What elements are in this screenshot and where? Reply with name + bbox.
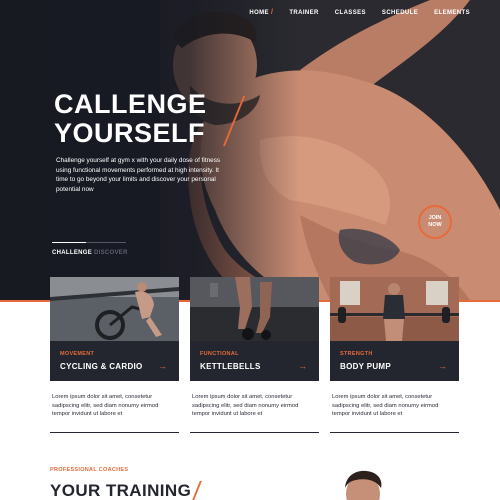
- nav-item-label: SCHEDULE: [381, 10, 419, 16]
- hero-headline: CALLENGE YOURSELF: [54, 90, 207, 148]
- hero-headline-line2: YOURSELF: [54, 118, 206, 148]
- nav-item-elements[interactable]: ELEMENTS: [426, 8, 478, 18]
- nav-item-label: CLASSES: [334, 10, 366, 16]
- card-description: Lorem ipsum dolor sit amet, consetetur s…: [52, 394, 159, 417]
- card-description: Lorem ipsum dolor sit amet, consetetur s…: [192, 394, 299, 417]
- nav-item-label: HOME: [249, 10, 269, 16]
- cycling-photo: [50, 277, 179, 341]
- card-title: CYCLING & CARDIO: [60, 362, 143, 371]
- nav-item-label: ELEMENTS: [434, 10, 470, 16]
- card-category: STRENGTH: [340, 351, 373, 357]
- arrow-right-icon[interactable]: →: [298, 362, 307, 371]
- heading-accent-slash: [192, 481, 202, 500]
- arrow-right-icon[interactable]: →: [438, 362, 447, 371]
- coach-photo: [336, 470, 390, 500]
- coaches-section-label: PROFESSIONAL COACHES: [50, 467, 129, 473]
- coaches-section-heading: YOUR TRAINING: [50, 481, 192, 500]
- card-category: FUNCTIONAL: [200, 351, 239, 357]
- nav-item-schedule[interactable]: SCHEDULE: [374, 8, 426, 18]
- nav-item-home[interactable]: HOME /: [241, 8, 281, 18]
- body-pump-card-link[interactable]: STRENGTH BODY PUMP →: [330, 341, 459, 381]
- nav-item-classes[interactable]: CLASSES: [327, 8, 374, 18]
- hero-section: HOME / TRAINER CLASSES SCHEDULE ELEMENTS …: [0, 0, 500, 300]
- hero-intro-text: Challenge yourself at gym x with your da…: [56, 157, 221, 193]
- tab-discover[interactable]: DISCOVER: [94, 250, 128, 256]
- class-card-body-pump: STRENGTH BODY PUMP → Lorem ipsum dolor s…: [330, 277, 459, 435]
- card-category: MOVEMENT: [60, 351, 95, 357]
- tab-challenge[interactable]: CHALLENGE: [52, 250, 92, 256]
- cycling-card-link[interactable]: MOVEMENT CYCLING & CARDIO →: [50, 341, 179, 381]
- card-divider: [50, 432, 179, 433]
- nav-item-trainer[interactable]: TRAINER: [281, 8, 326, 18]
- nav-active-slash: /: [270, 9, 274, 16]
- join-now-button[interactable]: JOIN NOW: [418, 205, 452, 239]
- main-nav: HOME / TRAINER CLASSES SCHEDULE ELEMENTS: [241, 8, 478, 18]
- card-divider: [330, 432, 459, 433]
- card-title: KETTLEBELLS: [200, 362, 261, 371]
- hero-tabs: CHALLENGE DISCOVER: [52, 242, 128, 260]
- nav-item-label: TRAINER: [289, 10, 319, 16]
- card-title: BODY PUMP: [340, 362, 392, 371]
- card-description: Lorem ipsum dolor sit amet, consetetur s…: [332, 394, 439, 417]
- kettlebells-photo: [190, 277, 319, 341]
- kettlebells-card-link[interactable]: FUNCTIONAL KETTLEBELLS →: [190, 341, 319, 381]
- join-button-line2: NOW: [428, 222, 442, 228]
- join-button-line1: JOIN: [428, 215, 442, 221]
- class-card-cycling: MOVEMENT CYCLING & CARDIO → Lorem ipsum …: [50, 277, 179, 435]
- arrow-right-icon[interactable]: →: [158, 362, 167, 371]
- card-divider: [190, 432, 319, 433]
- body-pump-photo: [330, 277, 459, 341]
- hero-headline-line1: CALLENGE: [54, 89, 207, 119]
- class-card-kettlebells: FUNCTIONAL KETTLEBELLS → Lorem ipsum dol…: [190, 277, 319, 435]
- tabs-active-indicator: [52, 242, 86, 243]
